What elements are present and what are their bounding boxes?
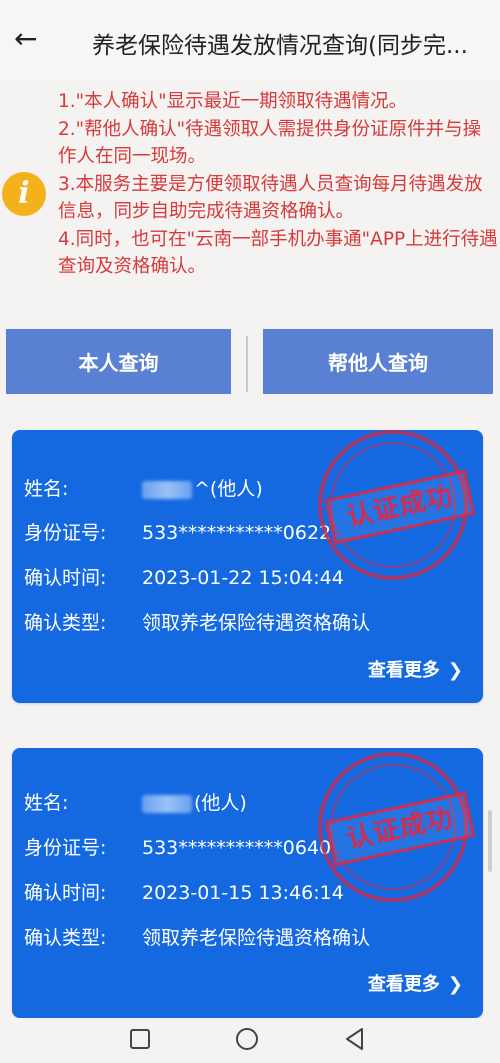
- id-row: 身份证号: 533***********0622: [24, 518, 331, 545]
- system-nav-bar: [0, 1018, 500, 1063]
- time-value: 2023-01-15 13:46:14: [142, 882, 344, 904]
- time-label: 确认时间:: [24, 882, 107, 904]
- id-label: 身份证号:: [24, 522, 107, 544]
- type-row: 确认类型: 领取养老保险待遇资格确认: [24, 608, 370, 635]
- name-label: 姓名:: [24, 478, 69, 500]
- masked-name: [142, 794, 192, 813]
- view-more-label: 查看更多: [367, 974, 440, 995]
- notice-line-3: 3.本服务主要是方便领取待遇人员查询每月待遇发放信息，同步自助完成待遇资格确认。: [58, 173, 483, 223]
- recent-apps-icon[interactable]: [127, 1026, 153, 1052]
- scrollbar[interactable]: [488, 810, 492, 872]
- type-label: 确认类型:: [24, 612, 107, 634]
- name-row: 姓名: ^(他人): [24, 474, 263, 501]
- chevron-right-icon: ❯: [447, 974, 463, 995]
- time-row: 确认时间: 2023-01-15 13:46:14: [24, 878, 344, 905]
- notice-line-1: 1."本人确认"显示最近一期领取待遇情况。: [58, 91, 408, 112]
- type-value: 领取养老保险待遇资格确认: [142, 612, 371, 634]
- time-label: 确认时间:: [24, 567, 107, 589]
- view-more-label: 查看更多: [367, 660, 440, 681]
- time-value: 2023-01-22 15:04:44: [142, 567, 344, 589]
- home-icon[interactable]: [234, 1026, 260, 1052]
- name-value: (他人): [194, 792, 247, 814]
- name-row: 姓名: (他人): [24, 788, 247, 815]
- type-label: 确认类型:: [24, 927, 107, 949]
- page-title: 养老保险待遇发放情况查询(同步完...: [92, 33, 468, 59]
- record-card: 姓名: ^(他人) 身份证号: 533***********0622 确认时间: 20…: [12, 430, 483, 703]
- info-icon: i: [2, 172, 46, 216]
- name-label: 姓名:: [24, 792, 69, 814]
- id-value: 533***********0640: [142, 837, 332, 859]
- id-value: 533***********0622: [142, 522, 332, 544]
- id-label: 身份证号:: [24, 837, 107, 859]
- back-arrow-icon[interactable]: ←: [14, 24, 44, 54]
- self-query-button[interactable]: 本人查询: [6, 329, 231, 394]
- type-value: 领取养老保险待遇资格确认: [142, 927, 371, 949]
- other-query-button[interactable]: 帮他人查询: [263, 329, 493, 394]
- masked-name: [142, 480, 192, 499]
- notice-line-4: 4.同时，也可在"云南一部手机办事通"APP上进行待遇查询及资格确认。: [58, 228, 498, 278]
- back-triangle-icon[interactable]: [342, 1026, 368, 1052]
- notice-text: 1."本人确认"显示最近一期领取待遇情况。 2."帮他人确认"待遇领取人需提供身…: [58, 88, 498, 281]
- type-row: 确认类型: 领取养老保险待遇资格确认: [24, 923, 370, 950]
- view-more-link[interactable]: 查看更多 ❯: [368, 970, 463, 996]
- app-header: ← 养老保险待遇发放情况查询(同步完...: [0, 0, 500, 80]
- name-value: ^(他人): [194, 478, 263, 500]
- time-row: 确认时间: 2023-01-22 15:04:44: [24, 563, 344, 590]
- notice-line-2: 2."帮他人确认"待遇领取人需提供身份证原件并与操作人在同一现场。: [58, 118, 482, 168]
- view-more-link[interactable]: 查看更多 ❯: [368, 656, 463, 682]
- record-card: 姓名: (他人) 身份证号: 533***********0640 确认时间: 202…: [12, 748, 483, 1018]
- id-row: 身份证号: 533***********0640: [24, 833, 331, 860]
- button-divider: [246, 336, 248, 392]
- chevron-right-icon: ❯: [447, 660, 463, 681]
